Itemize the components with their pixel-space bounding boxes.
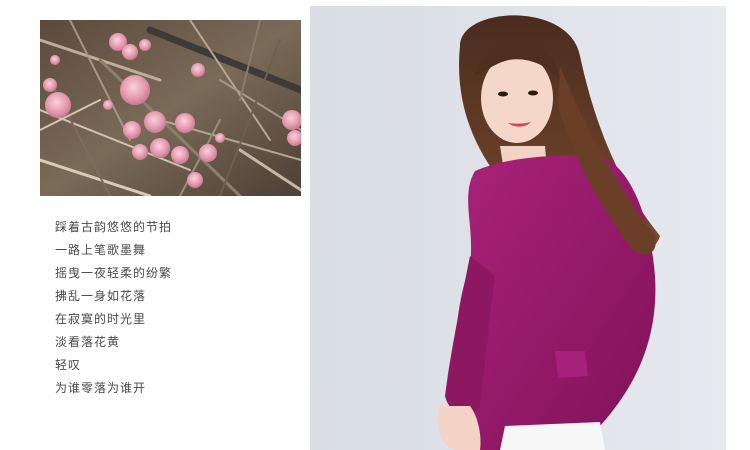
model-photo	[310, 6, 726, 450]
mushroom-photo	[40, 20, 301, 196]
poem-line: 淡看落花黄	[55, 335, 121, 349]
poem-line: 在寂寞的时光里	[55, 312, 147, 326]
model-illustration	[310, 6, 726, 450]
poem-line: 为谁零落为谁开	[55, 381, 147, 395]
poem-line: 一路上笔歌墨舞	[55, 243, 147, 257]
poem-line: 踩着古韵悠悠的节拍	[55, 220, 173, 234]
mushroom-illustration	[40, 20, 301, 196]
poem-line: 轻叹	[55, 358, 82, 372]
poem-line: 拂乱一身如花落	[55, 289, 147, 303]
poem: 踩着古韵悠悠的节拍 一路上笔歌墨舞 摇曳一夜轻柔的纷繁 拂乱一身如花落 在寂寞的…	[55, 216, 275, 400]
poem-line: 摇曳一夜轻柔的纷繁	[55, 266, 173, 280]
